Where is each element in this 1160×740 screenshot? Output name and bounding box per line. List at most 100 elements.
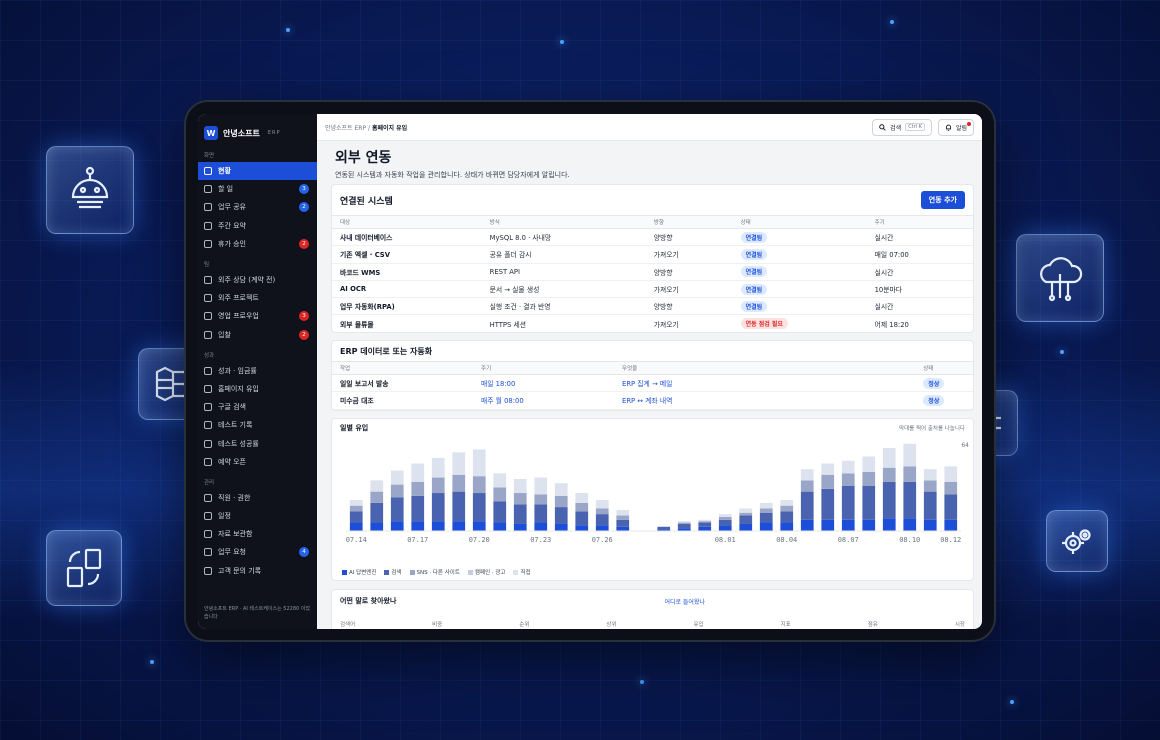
bar-segment[interactable] <box>718 525 732 531</box>
bar-segment[interactable] <box>575 525 589 531</box>
bar-segment[interactable] <box>923 491 937 520</box>
bar-segment[interactable] <box>944 494 958 520</box>
bar-segment[interactable] <box>513 493 527 505</box>
bar-segment[interactable] <box>677 523 691 529</box>
bar-segment[interactable] <box>534 504 548 523</box>
bar-segment[interactable] <box>472 521 486 531</box>
sidebar-item[interactable]: 홈페이지 유입 <box>198 380 317 398</box>
bar-segment[interactable] <box>493 501 507 523</box>
bar-segment[interactable] <box>780 505 794 512</box>
sidebar-item[interactable]: 테스트 성공률 <box>198 434 317 452</box>
bar-segment[interactable] <box>862 456 876 472</box>
bar-segment[interactable] <box>370 502 384 523</box>
bar-segment[interactable] <box>903 481 917 519</box>
legend-item[interactable]: 캠페인 · 광고 <box>467 568 505 576</box>
bar-segment[interactable] <box>431 477 445 494</box>
bar-segment[interactable] <box>370 491 384 503</box>
bar-segment[interactable] <box>780 522 794 531</box>
sidebar-item[interactable]: 할 일 3 <box>198 180 317 198</box>
sidebar-item[interactable]: 구글 검색 <box>198 398 317 416</box>
bar-segment[interactable] <box>390 497 404 522</box>
bar-segment[interactable] <box>472 493 486 522</box>
table-row[interactable]: 미수금 대조 매주 월 08:00 ERP ↔ 계좌 내역 정상 <box>332 391 973 410</box>
bar-segment[interactable] <box>698 519 712 522</box>
bar-segment[interactable] <box>698 526 712 531</box>
bar-segment[interactable] <box>718 516 732 520</box>
bar-segment[interactable] <box>370 480 384 492</box>
bar-segment[interactable] <box>657 526 671 530</box>
bar-segment[interactable] <box>390 470 404 485</box>
bar-segment[interactable] <box>554 483 568 496</box>
bar-segment[interactable] <box>616 519 630 527</box>
bar-segment[interactable] <box>452 521 466 531</box>
breadcrumb-root[interactable]: 안녕소프트 ERP / <box>325 125 370 132</box>
bar-segment[interactable] <box>431 457 445 478</box>
alert-button[interactable]: 알림 <box>937 118 974 136</box>
sidebar-item[interactable]: 테스트 기록 <box>198 416 317 434</box>
sidebar-item[interactable]: 업무 요청 4 <box>198 543 317 561</box>
bar-segment[interactable] <box>452 452 466 475</box>
bar-segment[interactable] <box>390 521 404 531</box>
sidebar-item[interactable]: 휴가 승인 2 <box>198 235 317 253</box>
legend-item[interactable]: SNS · 다른 사이트 <box>409 568 460 576</box>
sidebar-item[interactable]: 외주 상담 (계약 전) <box>198 271 317 289</box>
bar-segment[interactable] <box>841 486 855 520</box>
bar-segment[interactable] <box>349 511 363 523</box>
bar-segment[interactable] <box>616 526 630 531</box>
bar-segment[interactable] <box>554 507 568 524</box>
table-row[interactable]: AI OCR 문서 → 실물 생성 가져오기 연결됨 10분마다 <box>332 280 973 299</box>
bar-segment[interactable] <box>759 502 773 509</box>
bar-segment[interactable] <box>554 523 568 531</box>
bar-segment[interactable] <box>903 466 917 482</box>
bar-segment[interactable] <box>349 500 363 506</box>
bar-segment[interactable] <box>472 476 486 494</box>
bar-segment[interactable] <box>493 487 507 502</box>
bar-segment[interactable] <box>698 522 712 527</box>
bar-segment[interactable] <box>841 460 855 474</box>
bar-segment[interactable] <box>759 508 773 513</box>
table-row[interactable]: 업무 자동화(RPA) 실행 조건 · 결과 반영 양방향 연결됨 실시간 <box>332 297 973 316</box>
bar-segment[interactable] <box>923 519 937 531</box>
bar-segment[interactable] <box>411 495 425 522</box>
sidebar-item[interactable]: 자료 보관함 <box>198 525 317 543</box>
bar-segment[interactable] <box>821 519 835 531</box>
bar-segment[interactable] <box>595 508 609 515</box>
bar-segment[interactable] <box>349 522 363 531</box>
bar-segment[interactable] <box>841 473 855 486</box>
bar-segment[interactable] <box>739 523 753 531</box>
bar-segment[interactable] <box>411 463 425 482</box>
bar-segment[interactable] <box>923 469 937 481</box>
sidebar-item[interactable]: 고객 문의 기록 <box>198 562 317 580</box>
bar-segment[interactable] <box>493 473 507 488</box>
bar-segment[interactable] <box>882 448 896 468</box>
bar-segment[interactable] <box>923 480 937 492</box>
bar-segment[interactable] <box>800 519 814 531</box>
bar-segment[interactable] <box>390 484 404 498</box>
bar-segment[interactable] <box>718 519 732 526</box>
bar-segment[interactable] <box>739 515 753 524</box>
bar-segment[interactable] <box>534 494 548 505</box>
add-integration-button[interactable]: 연동 추가 <box>920 191 965 209</box>
bar-segment[interactable] <box>944 519 958 531</box>
bar-segment[interactable] <box>780 500 794 506</box>
bar-segment[interactable] <box>821 474 835 489</box>
bar-segment[interactable] <box>534 522 548 531</box>
bar-segment[interactable] <box>862 519 876 531</box>
sidebar-item[interactable]: 예약 오픈 <box>198 453 317 471</box>
search-button[interactable]: 검색 Ctrl K <box>872 118 932 136</box>
bar-segment[interactable] <box>944 481 958 495</box>
bar-segment[interactable] <box>411 481 425 496</box>
bar-segment[interactable] <box>493 522 507 531</box>
bar-segment[interactable] <box>903 443 917 467</box>
bar-segment[interactable] <box>431 493 445 522</box>
bar-segment[interactable] <box>862 471 876 486</box>
bar-segment[interactable] <box>780 511 794 523</box>
bar-segment[interactable] <box>595 500 609 509</box>
bar-segment[interactable] <box>882 467 896 482</box>
bar-segment[interactable] <box>595 525 609 531</box>
sidebar-item[interactable]: 주간 요약 <box>198 217 317 235</box>
sidebar-item[interactable]: 직원 · 권한 <box>198 489 317 507</box>
table-row[interactable]: 바코드 WMS REST API 양방향 연결됨 실시간 <box>332 263 973 281</box>
legend-item[interactable]: AI 답변엔진 <box>342 568 376 576</box>
bar-segment[interactable] <box>739 512 753 516</box>
